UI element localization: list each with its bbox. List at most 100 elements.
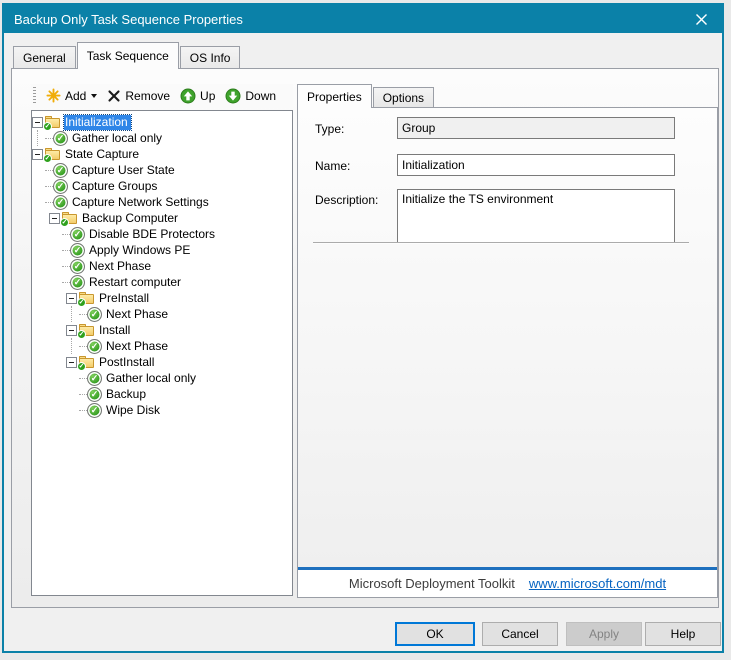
expand-toggle[interactable] [66, 357, 77, 368]
tree-item-label: Backup Computer [81, 211, 181, 226]
tree-guide [32, 354, 49, 370]
tree-item-next-phase[interactable]: ✓Next Phase [32, 338, 292, 354]
tree-item-restart-computer[interactable]: ✓Restart computer [32, 274, 292, 290]
tree-item-disable-bde-protectors[interactable]: ✓Disable BDE Protectors [32, 226, 292, 242]
group-folder-icon: ✓ [45, 147, 61, 161]
ok-button[interactable]: OK [395, 622, 475, 646]
name-label: Name: [315, 159, 350, 173]
tree-guide [49, 386, 66, 402]
tree-connector-stub [83, 306, 87, 322]
tree-connector-stub [66, 226, 70, 242]
expand-toggle[interactable] [32, 117, 43, 128]
tree-item-label: Capture User State [71, 163, 178, 178]
add-icon [46, 88, 61, 103]
tree-connector-stub [66, 258, 70, 274]
tree-item-label: Install [98, 323, 133, 338]
tree-item-state-capture[interactable]: ✓State Capture [32, 146, 292, 162]
up-button[interactable]: Up [175, 86, 220, 106]
tree-item-preinstall[interactable]: ✓PreInstall [32, 290, 292, 306]
step-check-icon: ✓ [70, 259, 85, 274]
group-folder-icon: ✓ [45, 115, 61, 129]
tree-guide [32, 290, 49, 306]
step-check-icon: ✓ [70, 227, 85, 242]
group-folder-icon: ✓ [79, 323, 95, 337]
step-check-icon: ✓ [87, 307, 102, 322]
type-field [397, 117, 675, 139]
group-folder-icon: ✓ [79, 355, 95, 369]
dialog-body: GeneralTask SequenceOS Info [4, 33, 722, 653]
description-field[interactable]: Initialize the TS environment [397, 189, 675, 244]
remove-button[interactable]: Remove [102, 87, 175, 105]
task-sequence-tab-page: Add Remove [11, 68, 719, 608]
tree-item-backup[interactable]: ✓Backup [32, 386, 292, 402]
remove-icon [107, 89, 121, 103]
expand-toggle[interactable] [66, 293, 77, 304]
tree-connector-stub [66, 242, 70, 258]
expand-toggle[interactable] [32, 149, 43, 160]
tree-guide [32, 322, 49, 338]
tree-guide [32, 386, 49, 402]
tree-guide [32, 338, 49, 354]
cancel-button[interactable]: Cancel [482, 622, 558, 646]
tree-guide [32, 274, 49, 290]
tree-item-label: Next Phase [105, 339, 171, 354]
tree-item-label: Capture Network Settings [71, 195, 212, 210]
tab-properties[interactable]: Properties [297, 84, 372, 108]
tree-connector-stub [66, 274, 70, 290]
tab-task-sequence[interactable]: Task Sequence [77, 42, 179, 69]
tree-item-initialization[interactable]: ✓Initialization [32, 114, 292, 130]
tree-guide [32, 258, 49, 274]
tree-item-gather-local-only[interactable]: ✓Gather local only [32, 370, 292, 386]
tree-item-label: Next Phase [88, 259, 154, 274]
description-label: Description: [315, 193, 378, 207]
tree-connector-stub [83, 370, 87, 386]
add-dropdown-caret [91, 94, 97, 98]
tab-options[interactable]: Options [373, 87, 434, 107]
tree-guide [49, 306, 66, 322]
tree-item-apply-windows-pe[interactable]: ✓Apply Windows PE [32, 242, 292, 258]
step-check-icon: ✓ [87, 339, 102, 354]
close-button[interactable] [680, 5, 722, 33]
tree-connector-stub [49, 130, 53, 146]
expand-toggle[interactable] [66, 325, 77, 336]
toolbar-grip[interactable] [33, 87, 36, 104]
close-icon [695, 13, 708, 26]
remove-button-label: Remove [125, 89, 170, 103]
tree-guide [49, 370, 66, 386]
tree-item-install[interactable]: ✓Install [32, 322, 292, 338]
tree-item-next-phase[interactable]: ✓Next Phase [32, 306, 292, 322]
tree-item-capture-user-state[interactable]: ✓Capture User State [32, 162, 292, 178]
tree-item-label: Backup [105, 387, 149, 402]
step-check-icon: ✓ [53, 179, 68, 194]
tree-guide [49, 402, 66, 418]
tree-item-capture-groups[interactable]: ✓Capture Groups [32, 178, 292, 194]
tree-item-capture-network-settings[interactable]: ✓Capture Network Settings [32, 194, 292, 210]
tree-item-next-phase[interactable]: ✓Next Phase [32, 258, 292, 274]
main-tab-strip: GeneralTask SequenceOS Info [13, 42, 241, 68]
help-button[interactable]: Help [645, 622, 721, 646]
name-field[interactable] [397, 154, 675, 176]
tree-item-label: Capture Groups [71, 179, 160, 194]
tree-item-gather-local-only[interactable]: ✓Gather local only [32, 130, 292, 146]
tree-connector-stub [49, 178, 53, 194]
tree-item-postinstall[interactable]: ✓PostInstall [32, 354, 292, 370]
tree-guide [49, 290, 66, 306]
mdt-link[interactable]: www.microsoft.com/mdt [529, 576, 666, 591]
tree-item-label: Disable BDE Protectors [88, 227, 218, 242]
step-check-icon: ✓ [70, 275, 85, 290]
expand-toggle[interactable] [49, 213, 60, 224]
down-button-label: Down [245, 89, 276, 103]
tab-general[interactable]: General [13, 46, 76, 68]
tree-item-label: Apply Windows PE [88, 243, 193, 258]
tree-guide [32, 226, 49, 242]
tree-item-wipe-disk[interactable]: ✓Wipe Disk [32, 402, 292, 418]
tree-item-label: Initialization [64, 115, 131, 130]
tree-item-label: Gather local only [105, 371, 199, 386]
down-button[interactable]: Down [220, 86, 281, 106]
tree-guide [32, 242, 49, 258]
tree-guide [32, 306, 49, 322]
tab-os-info[interactable]: OS Info [180, 46, 241, 68]
tree-connector-stub [83, 338, 87, 354]
tree-item-backup-computer[interactable]: ✓Backup Computer [32, 210, 292, 226]
add-button[interactable]: Add [41, 86, 102, 105]
